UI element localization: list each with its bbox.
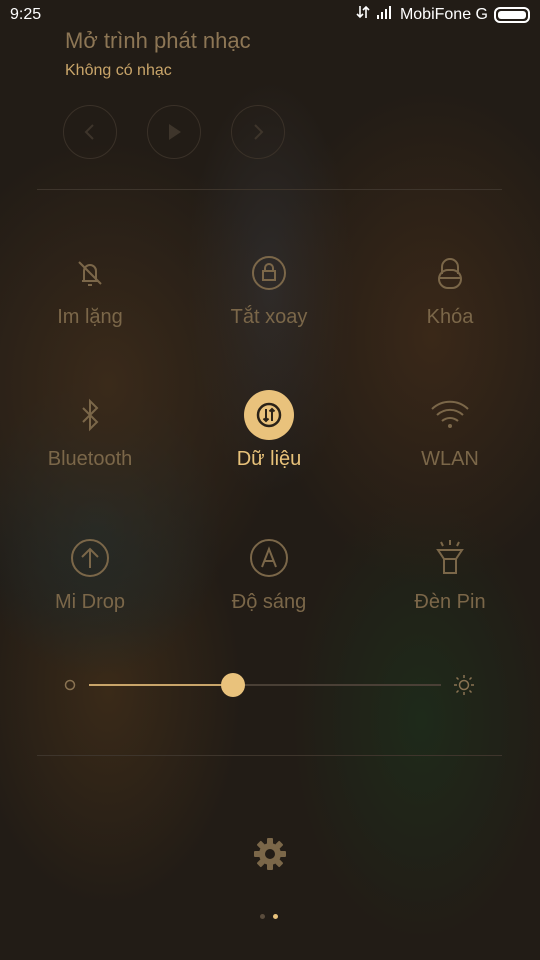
play-button[interactable] [147, 105, 201, 159]
toggle-label: Đèn Pin [414, 591, 486, 613]
toggle-flashlight[interactable]: Đèn Pin [360, 533, 540, 663]
lock-icon [425, 248, 475, 298]
music-player-title[interactable]: Mở trình phát nhạc [65, 28, 251, 54]
page-indicator-2 [273, 914, 278, 919]
toggle-mobile-data[interactable]: Dữ liệu [179, 390, 359, 520]
rotation-lock-icon [244, 248, 294, 298]
auto-brightness-icon [244, 533, 294, 583]
brightness-slider[interactable] [62, 670, 482, 700]
status-time: 9:25 [10, 6, 42, 23]
brightness-low-icon [64, 679, 76, 691]
battery-icon [494, 6, 530, 23]
chevron-right-icon [254, 124, 264, 140]
settings-button[interactable] [250, 834, 290, 874]
divider [37, 755, 502, 756]
slider-thumb[interactable] [221, 673, 246, 697]
carrier-name: MobiFone G [399, 5, 488, 23]
toggle-label: Độ sáng [231, 591, 307, 613]
page-indicator-1 [260, 914, 265, 919]
mobile-data-icon [244, 390, 294, 440]
next-button[interactable] [231, 105, 285, 159]
toggle-label: WLAN [421, 448, 479, 470]
gear-icon [254, 838, 286, 870]
silent-bell-icon [65, 248, 115, 298]
play-icon [169, 124, 181, 140]
toggle-silent[interactable]: Im lặng [0, 248, 180, 378]
slider-fill [89, 684, 234, 686]
toggle-rotation[interactable]: Tắt xoay [179, 248, 359, 378]
toggle-label: Mi Drop [54, 591, 125, 613]
chevron-left-icon [84, 124, 94, 140]
toggle-label: Tắt xoay [230, 306, 308, 328]
toggle-bluetooth[interactable]: Bluetooth [0, 390, 180, 520]
toggle-lock[interactable]: Khóa [360, 248, 540, 378]
bluetooth-icon [65, 390, 115, 440]
upload-icon [65, 533, 115, 583]
previous-button[interactable] [63, 105, 117, 159]
toggle-label: Im lặng [57, 306, 123, 328]
signal-icon [376, 5, 394, 24]
brightness-high-icon [454, 675, 474, 695]
wifi-icon [425, 390, 475, 440]
toggle-label: Bluetooth [47, 448, 133, 470]
flashlight-icon [425, 533, 475, 583]
toggle-label: Khóa [426, 306, 474, 328]
toggle-mi-drop[interactable]: Mi Drop [0, 533, 180, 663]
divider [37, 189, 502, 190]
toggle-label: Dữ liệu [236, 448, 302, 470]
toggle-auto-brightness[interactable]: Độ sáng [179, 533, 359, 663]
toggle-wlan[interactable]: WLAN [360, 390, 540, 520]
music-status: Không có nhạc [65, 62, 172, 79]
status-right: MobiFone G [356, 5, 530, 24]
data-transfer-icon [356, 5, 370, 24]
